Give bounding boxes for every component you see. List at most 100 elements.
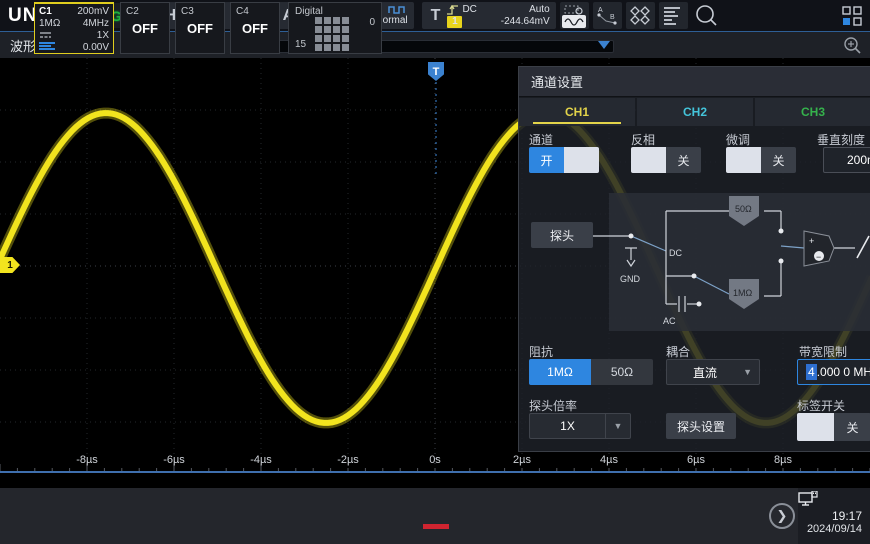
tab-ch1[interactable]: CH1 bbox=[519, 98, 635, 126]
coupling-label: 耦合 bbox=[666, 343, 690, 360]
coupling-value: 直流 bbox=[667, 364, 743, 381]
tab-ch3[interactable]: CH3 bbox=[755, 98, 870, 126]
trigger-mode-value: Auto bbox=[529, 4, 550, 16]
trigger-coupling-value: DC bbox=[462, 4, 476, 16]
time-axis-label: 6µs bbox=[687, 454, 705, 466]
fine-adjust-label: 微调 bbox=[726, 131, 750, 148]
label-off-segment[interactable]: 关 bbox=[834, 413, 870, 441]
invert-off-segment[interactable]: 关 bbox=[666, 147, 701, 173]
c1-name: C1 bbox=[39, 6, 52, 18]
vertical-scale-field[interactable]: 200mV bbox=[823, 147, 870, 173]
channel-enable-label: 通道 bbox=[529, 131, 553, 148]
amp-minus-label: − bbox=[816, 252, 821, 262]
wave-pan-icon bbox=[562, 15, 586, 28]
label-switch-toggle[interactable]: 关 bbox=[797, 413, 870, 441]
fine-on-segment[interactable] bbox=[726, 147, 761, 173]
ac-path-label: AC bbox=[663, 316, 676, 326]
window-layout-button[interactable] bbox=[837, 2, 866, 29]
zoom-in-icon[interactable] bbox=[842, 36, 862, 56]
probe-button[interactable]: 探头 bbox=[531, 222, 593, 248]
digital-bottom-index: 15 bbox=[295, 39, 306, 50]
search-icon bbox=[693, 3, 719, 29]
label-on-segment[interactable] bbox=[797, 413, 834, 441]
layout-grid-icon bbox=[841, 5, 863, 27]
impedance-selector: 1MΩ 50Ω bbox=[529, 359, 653, 385]
bandwidth-limit-label: 带宽限制 bbox=[799, 343, 847, 360]
trigger-settings-block[interactable]: T DC 1 Auto -244.64mV bbox=[422, 2, 556, 29]
coupling-dropdown[interactable]: 直流 ▼ bbox=[666, 359, 760, 385]
digital-label: Digital bbox=[295, 6, 323, 17]
r1m-label: 1MΩ bbox=[733, 288, 753, 298]
time-axis-label: -2µs bbox=[337, 454, 359, 466]
time-axis-label: -8µs bbox=[76, 454, 98, 466]
c1-offset: 0.00V bbox=[83, 42, 109, 54]
vertical-scale-label: 垂直刻度 bbox=[817, 131, 865, 148]
channel4-status-card[interactable]: C4 OFF bbox=[230, 2, 280, 54]
invert-label: 反相 bbox=[631, 131, 655, 148]
digital-status-card[interactable]: Digital 0 15 bbox=[288, 2, 382, 54]
bandwidth-limit-field[interactable]: 4 .000 0 MHz bbox=[797, 359, 870, 385]
r50-label: 50Ω bbox=[735, 204, 752, 214]
digital-channels-grid bbox=[315, 17, 349, 51]
trigger-level-value: -244.64mV bbox=[501, 16, 550, 28]
channel-enable-toggle[interactable]: 开 bbox=[529, 147, 599, 173]
tab-ch2[interactable]: CH2 bbox=[637, 98, 753, 126]
c3-name: C3 bbox=[181, 6, 194, 17]
usb-device-icon bbox=[798, 491, 818, 509]
input-path-diagram: 50Ω 1MΩ DC AC GND + − bbox=[519, 186, 870, 336]
time-axis-label: 4µs bbox=[600, 454, 618, 466]
channel-on-segment[interactable]: 开 bbox=[529, 147, 564, 173]
fine-off-segment[interactable]: 关 bbox=[761, 147, 796, 173]
impedance-label: 阻抗 bbox=[529, 343, 553, 360]
invert-on-segment[interactable] bbox=[631, 147, 666, 173]
svg-text:B: B bbox=[610, 14, 615, 21]
time-axis-label: 8µs bbox=[774, 454, 792, 466]
channel-settings-panel: 通道设置 CH1 CH2 CH3 通道 开 反相 关 微调 关 垂直刻度 200… bbox=[518, 66, 870, 452]
bottom-status-bar bbox=[0, 488, 870, 544]
channel-off-segment[interactable] bbox=[564, 147, 599, 173]
amp-plus-label: + bbox=[809, 236, 814, 246]
probe-ratio-dropdown[interactable]: 1X ▼ bbox=[529, 413, 631, 439]
time-axis-label: -4µs bbox=[250, 454, 272, 466]
expand-panel-button[interactable]: ❯ bbox=[769, 503, 795, 529]
chevron-down-icon: ▼ bbox=[606, 421, 630, 431]
channel1-status-card[interactable]: C1200mV 1MΩ4MHz 1X 0.00V bbox=[34, 2, 114, 54]
c2-name: C2 bbox=[126, 6, 139, 17]
channel3-status-card[interactable]: C3 OFF bbox=[175, 2, 225, 54]
diamonds-icon bbox=[627, 4, 653, 28]
label-switch-label: 标签开关 bbox=[797, 397, 845, 414]
channel2-status-card[interactable]: C2 OFF bbox=[120, 2, 170, 54]
search-button[interactable] bbox=[692, 2, 721, 29]
acquire-waveform-icon bbox=[388, 5, 408, 15]
invert-toggle[interactable]: 关 bbox=[631, 147, 701, 173]
impedance-50ohm-option[interactable]: 50Ω bbox=[591, 359, 653, 385]
digital-top-index: 0 bbox=[369, 17, 375, 28]
xy-display-button[interactable] bbox=[626, 2, 655, 29]
cursor-ab-icon: A B bbox=[595, 4, 619, 28]
fine-adjust-toggle[interactable]: 关 bbox=[726, 147, 796, 173]
probe-ratio-label: 探头倍率 bbox=[529, 397, 577, 414]
probe-setup-button[interactable]: 探头设置 bbox=[666, 413, 736, 439]
record-indicator-bar bbox=[423, 524, 449, 529]
probe-ratio-value: 1X bbox=[530, 414, 606, 438]
c4-name: C4 bbox=[236, 6, 249, 17]
clock-date: 2024/09/14 bbox=[798, 523, 862, 535]
c3-state: OFF bbox=[176, 21, 224, 36]
time-axis-label: -6µs bbox=[163, 454, 185, 466]
system-clock-panel: 19:17 2024/09/14 bbox=[798, 488, 870, 544]
cursor-measure-button[interactable]: A B bbox=[593, 2, 622, 29]
bars-list-icon bbox=[663, 5, 683, 27]
c1-scale: 200mV bbox=[77, 6, 109, 18]
clock-time: 19:17 bbox=[798, 509, 862, 523]
channel-tabs: CH1 CH2 CH3 bbox=[519, 98, 870, 126]
c2-state: OFF bbox=[121, 21, 169, 36]
c1-impedance: 1MΩ bbox=[39, 18, 60, 30]
zoom-pan-tool-button[interactable] bbox=[560, 2, 589, 29]
impedance-1mohm-option[interactable]: 1MΩ bbox=[529, 359, 591, 385]
bandwidth-limit-icon bbox=[39, 42, 55, 50]
bandwidth-selected-digit: 4 bbox=[806, 364, 817, 380]
list-panel-button[interactable] bbox=[659, 2, 688, 29]
posbar-right-handle[interactable] bbox=[598, 41, 610, 49]
svg-text:A: A bbox=[598, 7, 603, 14]
box-zoom-icon bbox=[563, 4, 585, 15]
